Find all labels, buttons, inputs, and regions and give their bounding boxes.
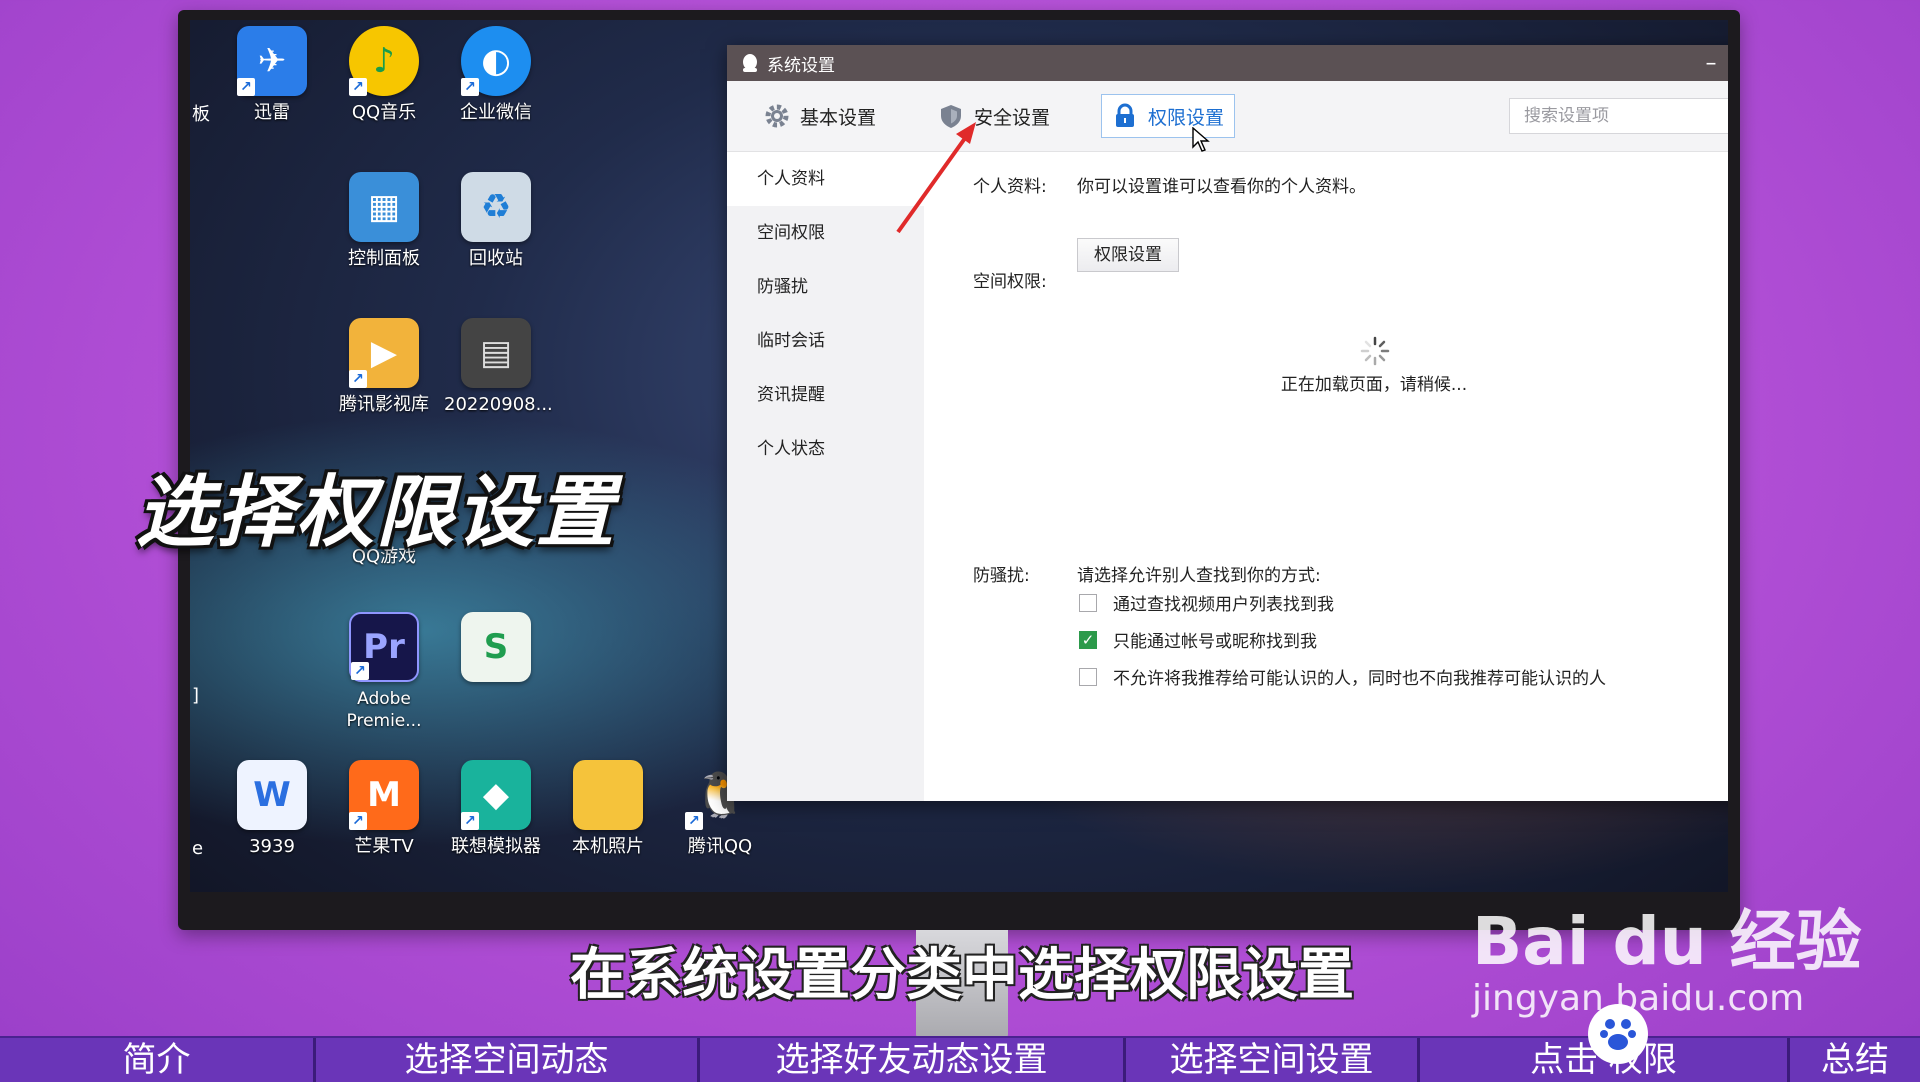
folder-photos-icon [573, 760, 643, 830]
desktop-edge-label-top: 板 [192, 104, 210, 125]
baidu-paw-badge [1588, 1004, 1648, 1064]
desktop-icon-lenovo-emulator[interactable]: ◆ ↗ 联想模拟器 [444, 760, 548, 858]
annotation-arrow [896, 122, 976, 234]
loading-spinner-icon [1360, 336, 1390, 366]
desktop-icon-label: 3939 [249, 836, 295, 857]
desktop-icon-label: 本机照片 [572, 836, 644, 857]
desktop-icon-photos[interactable]: 本机照片 [556, 760, 660, 858]
baidu-url: jingyan.baidu.com [1472, 978, 1805, 1019]
emulator-icon: ◆ ↗ [461, 760, 531, 830]
desktop-icon-label: 20220908... [444, 394, 553, 415]
minimize-button[interactable]: – [1689, 51, 1728, 76]
profile-permission-button[interactable]: 权限设置 [1077, 238, 1179, 272]
tab-basic-settings[interactable]: 基本设置 [753, 94, 887, 138]
desktop-icon-wecom[interactable]: ◐ ↗ 企业微信 [444, 26, 548, 124]
chapter-space-settings[interactable]: 选择空间设置 [1126, 1038, 1420, 1082]
qq-logo-icon [743, 54, 757, 72]
settings-toolbar: 基本设置 安全设置 权限设置 [727, 81, 1728, 152]
wecom-icon: ◐ ↗ [461, 26, 531, 96]
premiere-icon: Pr ↗ [349, 612, 419, 682]
option-label: 通过查找视频用户列表找到我 [1113, 595, 1334, 615]
desktop-icon-video-file[interactable]: ▤ 20220908... [444, 318, 553, 416]
desktop-icon-label: 芒果TV [354, 836, 414, 857]
desktop-icon-doc-3939[interactable]: W 3939 [220, 760, 324, 858]
desktop-icon-tencent-video-lib[interactable]: ▶ ↗ 腾讯影视库 [332, 318, 436, 416]
option-no-recommend[interactable]: 不允许将我推荐给可能认识的人，同时也不向我推荐可能认识的人 [1079, 664, 1606, 689]
title-bar[interactable]: 系统设置 – ✕ [727, 45, 1728, 81]
desktop-icon-mango-tv[interactable]: M ↗ 芒果TV [332, 760, 436, 858]
settings-search[interactable] [1509, 98, 1728, 134]
checkbox-checked[interactable]: ✓ [1079, 630, 1097, 649]
profile-description: 你可以设置谁可以查看你的个人资料。 [1077, 177, 1366, 197]
anti-harass-description: 请选择允许别人查找到你的方式: [1077, 566, 1321, 586]
recycle-bin-icon: ♻ [461, 172, 531, 242]
word-doc-icon: W [237, 760, 307, 830]
xunlei-icon: ✈ ↗ [237, 26, 307, 96]
baidu-watermark: Bai du 经验 jingyan.baidu.com [1472, 888, 1862, 1019]
desktop-icon-control-panel[interactable]: ▦ 控制面板 [332, 172, 436, 270]
desktop-icon-recycle-bin[interactable]: ♻ 回收站 [444, 172, 548, 270]
window-title: 系统设置 [767, 55, 835, 76]
tab-permission-settings[interactable]: 权限设置 [1101, 94, 1236, 138]
sidebar-item-anti-harass[interactable]: 防骚扰 [727, 260, 924, 314]
mango-tv-icon: M ↗ [349, 760, 419, 830]
sidebar-item-status[interactable]: 个人状态 [727, 422, 924, 476]
chapter-friend-dynamic[interactable]: 选择好友动态设置 [700, 1038, 1126, 1082]
desktop-icon-label: 迅雷 [254, 102, 290, 123]
desktop-icon-label: 控制面板 [348, 248, 420, 269]
anti-harass-label: 防骚扰: [973, 566, 1030, 586]
desktop-icon-sheet-file[interactable]: S [444, 612, 548, 688]
settings-content: 个人资料: 你可以设置谁可以查看你的个人资料。 权限设置 空间权限: 正在加载页… [924, 152, 1728, 801]
lock-icon [1116, 103, 1135, 127]
desktop-icon-qqmusic[interactable]: ♪ ↗ QQ音乐 [332, 26, 436, 124]
desktop-icon-xunlei[interactable]: ✈ ↗ 迅雷 [220, 26, 324, 124]
settings-sidebar: 个人资料 空间权限 防骚扰 临时会话 资讯提醒 个人状态 [727, 152, 924, 801]
system-settings-window: 系统设置 – ✕ 基本设置 安全设置 权限设置 [727, 45, 1728, 801]
qqmusic-icon: ♪ ↗ [349, 26, 419, 96]
desktop-icon-label: QQ音乐 [351, 102, 417, 123]
desktop-icon-premiere[interactable]: Pr ↗ Adobe Premie... [332, 612, 436, 732]
sidebar-item-temp-chat[interactable]: 临时会话 [727, 314, 924, 368]
tab-label: 基本设置 [800, 106, 877, 129]
loading-text: 正在加载页面，请稍候... [1280, 375, 1468, 395]
chapter-summary[interactable]: 总结 [1790, 1038, 1920, 1082]
baidu-brand: Bai du 经验 [1472, 903, 1862, 980]
spreadsheet-icon: S [461, 612, 531, 682]
video-subtitle: 在系统设置分类中选择权限设置 [570, 943, 1354, 1008]
desktop-edge-label-bottom: e [192, 838, 204, 859]
desktop-icon-label: 回收站 [469, 248, 523, 269]
desktop-icon-label: 企业微信 [460, 102, 532, 123]
step-caption: 选择权限设置 [136, 468, 617, 558]
tab-label: 权限设置 [1148, 106, 1225, 129]
desktop-icon-label: 腾讯影视库 [339, 394, 429, 415]
checkbox[interactable] [1079, 593, 1097, 612]
video-file-icon: ▤ [461, 318, 531, 388]
chapter-space-dynamic[interactable]: 选择空间动态 [316, 1038, 700, 1082]
option-account-or-nickname[interactable]: ✓ 只能通过帐号或昵称找到我 [1079, 627, 1317, 652]
folder-video-icon: ▶ ↗ [349, 318, 419, 388]
desktop-icon-label: 腾讯QQ [687, 836, 753, 857]
desktop-icon-label: 联想模拟器 [451, 836, 541, 857]
space-permission-label: 空间权限: [973, 272, 1047, 292]
desktop-edge-label-mid: ] [192, 685, 200, 706]
option-label: 不允许将我推荐给可能认识的人，同时也不向我推荐可能认识的人 [1113, 669, 1606, 689]
search-input[interactable] [1522, 105, 1728, 127]
sidebar-item-news[interactable]: 资讯提醒 [727, 368, 924, 422]
control-panel-icon: ▦ [349, 172, 419, 242]
mouse-cursor-icon [1192, 127, 1210, 152]
option-label: 只能通过帐号或昵称找到我 [1113, 632, 1317, 652]
option-video-user-list[interactable]: 通过查找视频用户列表找到我 [1079, 590, 1334, 615]
checkbox[interactable] [1079, 667, 1097, 686]
chapter-intro[interactable]: 简介 [0, 1038, 316, 1082]
desktop-icon-label: Adobe Premie... [346, 689, 422, 731]
paw-icon [1600, 1019, 1636, 1050]
gear-icon [765, 104, 789, 128]
